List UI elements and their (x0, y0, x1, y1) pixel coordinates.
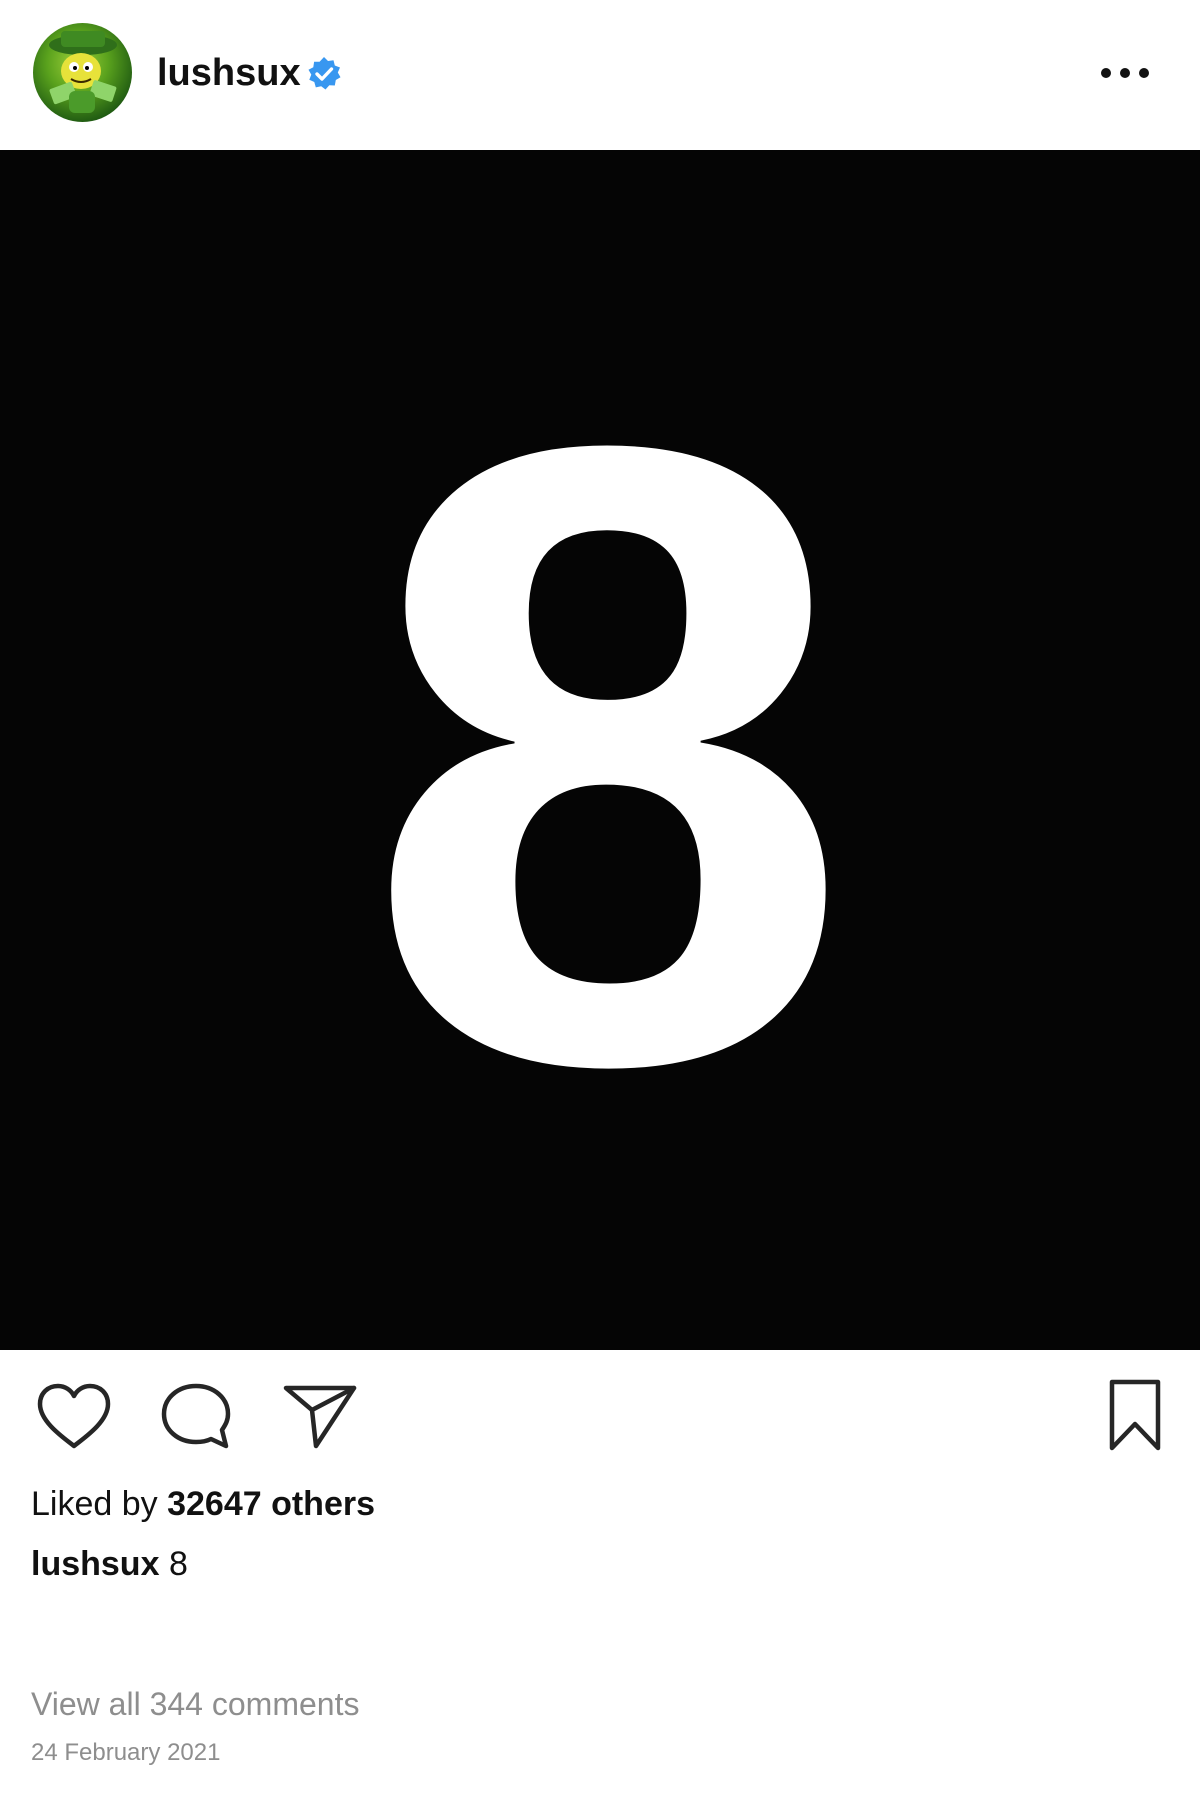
caption-text: 8 (168, 1545, 188, 1583)
save-button[interactable] (1100, 1378, 1170, 1454)
heart-icon (37, 1383, 111, 1449)
bookmark-icon (1109, 1379, 1161, 1451)
post-caption: lushsux 8 (31, 1542, 188, 1586)
like-button[interactable] (34, 1380, 114, 1452)
verified-badge-icon (306, 56, 342, 92)
post-image[interactable]: 8 (0, 150, 1200, 1350)
post-image-digit: 8 (363, 264, 852, 1247)
post-header: lushsux (0, 0, 1200, 150)
share-button[interactable] (282, 1380, 358, 1452)
caption-username[interactable]: lushsux (31, 1545, 159, 1583)
view-all-comments-link[interactable]: View all 344 comments (31, 1683, 359, 1725)
comment-button[interactable] (160, 1380, 232, 1452)
likes-prefix: Liked by (31, 1485, 158, 1523)
more-options-button[interactable] (1092, 57, 1158, 89)
post-date: 24 February 2021 (31, 1739, 221, 1766)
paper-plane-icon (283, 1385, 357, 1449)
likes-count-link[interactable]: 32647 others (167, 1485, 375, 1523)
comment-bubble-icon (161, 1383, 231, 1449)
post-author-username[interactable]: lushsux (157, 50, 301, 96)
post-action-bar (0, 1350, 1200, 1470)
likes-summary: Liked by 32647 others (31, 1482, 375, 1526)
avatar[interactable] (33, 23, 132, 122)
cartoon-character-avatar-icon (49, 31, 117, 113)
more-options-icon (1101, 68, 1149, 78)
